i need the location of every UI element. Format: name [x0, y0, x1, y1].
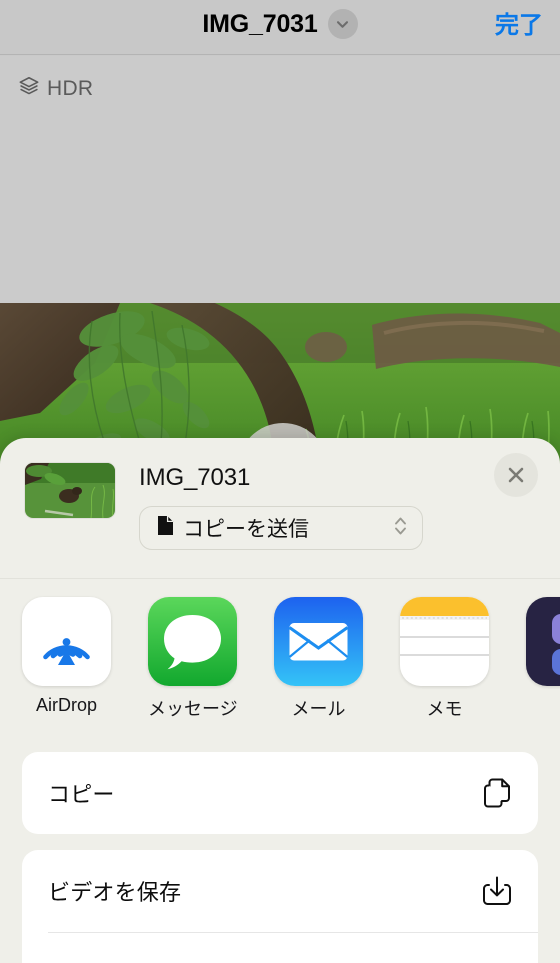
save-download-icon: [480, 874, 514, 908]
share-target-label: メッセージ: [148, 699, 238, 719]
messages-icon: [148, 597, 237, 686]
mail-icon: [274, 597, 363, 686]
copy-icon: [480, 776, 514, 810]
done-button[interactable]: 完了: [495, 12, 543, 40]
chevron-up-down-icon: [393, 514, 408, 543]
share-sheet: IMG_7031 コピーを送信 AirDrop メッセージ メール メモ コピー…: [0, 438, 560, 963]
action-group-save: ビデオを保存: [22, 850, 538, 963]
share-target-label: メモ: [426, 699, 463, 719]
hdr-badge: HDR: [18, 75, 93, 102]
page-title: IMG_7031: [202, 10, 318, 38]
video-thumbnail[interactable]: [24, 462, 116, 519]
notes-icon: [400, 597, 489, 686]
journal-icon: [526, 597, 560, 686]
hdr-label: HDR: [47, 76, 94, 100]
share-target-label: ジ: [526, 695, 560, 721]
share-actions: コピー ビデオを保存: [0, 752, 560, 963]
chevron-down-icon[interactable]: [327, 9, 358, 39]
airdrop-icon: [22, 597, 111, 686]
layers-icon: [18, 75, 40, 102]
send-copy-label: コピーを送信: [183, 518, 309, 541]
share-target-airdrop[interactable]: AirDrop: [22, 597, 111, 716]
action-label: コピー: [48, 782, 115, 807]
share-target-label: AirDrop: [35, 695, 97, 715]
action-group-copy: コピー: [22, 752, 538, 834]
navbar-title-group: IMG_7031: [0, 9, 560, 39]
action-row-partial[interactable]: [22, 932, 538, 963]
send-copy-options-button[interactable]: コピーを送信: [139, 506, 423, 550]
share-item-title: IMG_7031: [139, 464, 251, 491]
action-row-save-video[interactable]: ビデオを保存: [22, 850, 538, 932]
share-targets-row[interactable]: AirDrop メッセージ メール メモ: [0, 579, 560, 752]
share-target-messages[interactable]: メッセージ: [148, 597, 238, 721]
iphone-photo-share-screen: IMG_7031 完了 HDR IMG_7031 コピーを送信 AirDrop …: [0, 0, 560, 963]
navigation-bar: IMG_7031 完了: [0, 0, 560, 55]
action-row-copy[interactable]: コピー: [22, 752, 538, 834]
share-target-notes[interactable]: メモ: [400, 597, 489, 721]
action-label: ビデオを保存: [48, 880, 182, 905]
share-sheet-header: IMG_7031 コピーを送信: [0, 438, 560, 579]
close-icon[interactable]: [494, 453, 538, 497]
document-icon: [157, 515, 174, 541]
share-target-label: メール: [291, 699, 346, 719]
viewer-top-area: HDR: [0, 56, 560, 303]
share-target-journal[interactable]: ジ: [526, 597, 560, 721]
share-target-mail[interactable]: メール: [274, 597, 363, 721]
